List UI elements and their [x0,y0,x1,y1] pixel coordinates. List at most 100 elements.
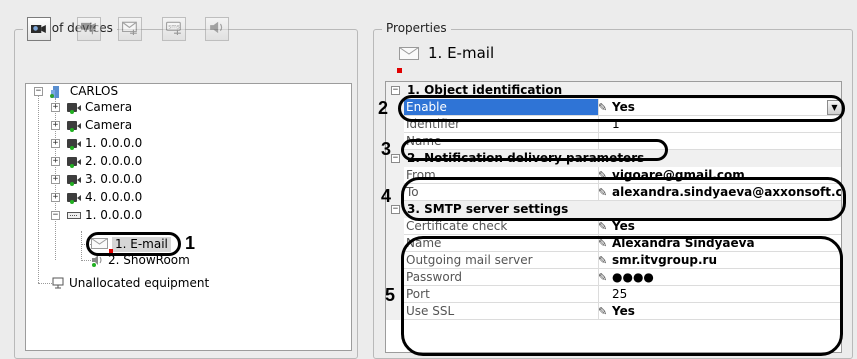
property-row-from[interactable]: From ✎vigoare@gmail.com [386,167,841,184]
dropdown-arrow-icon[interactable]: ▼ [827,100,841,115]
property-value[interactable]: ✎Yes▼ [599,99,841,116]
camera-icon [67,103,81,114]
object-title: 1. E-mail [428,44,495,62]
tree-connector [81,260,91,261]
edit-icon: ✎ [599,99,607,115]
speaker-icon [92,255,102,267]
row-gutter [386,235,404,252]
tree-node-camera[interactable]: 2. 0.0.0.0 [67,154,142,169]
camera-icon [67,175,81,186]
tree-connector [38,283,52,284]
tree-node-camera[interactable]: 4. 0.0.0.0 [67,190,142,205]
edit-icon: ✎ [599,167,607,183]
tree-node-io-board[interactable]: 1. 0.0.0.0 [67,208,142,223]
expand-toggle[interactable]: + [51,157,60,166]
section-notification-delivery[interactable]: − 2. Notification delivery parameters [386,150,841,167]
svg-text:sms: sms [168,25,180,31]
property-value[interactable]: ✎vigoare@gmail.com [599,167,841,184]
expand-toggle[interactable]: + [51,193,60,202]
envelope-icon [91,238,108,249]
section-object-identification[interactable]: − 1. Object identification [386,82,841,99]
property-name: Name [404,133,599,150]
tree-node-label: 1. 0.0.0.0 [85,136,143,150]
tree-node-label: 4. 0.0.0.0 [85,190,143,204]
tree-node-unallocated[interactable]: Unallocated equipment [52,276,209,291]
property-row-sender-name[interactable]: Name ✎Alexandra Sindyaeva [386,235,841,252]
section-title: 2. Notification delivery parameters [407,151,645,165]
tree-node-email[interactable]: 1. E-mail [91,237,171,252]
row-gutter [386,252,404,269]
tree-node-camera[interactable]: Camera [67,118,132,133]
edit-icon: ✎ [599,235,607,251]
property-name: Name [404,235,599,252]
property-row-port[interactable]: Port 25 [386,286,841,303]
property-name: To [404,184,599,201]
camera-icon [67,157,81,168]
property-row-name[interactable]: Name [386,133,841,150]
envelope-icon [399,47,419,60]
row-gutter [386,116,404,133]
property-name: Use SSL [404,303,599,320]
property-row-enable[interactable]: Enable ✎Yes▼ [386,99,841,116]
property-value[interactable]: ✎Alexandra Sindyaeva [599,235,841,252]
property-grid[interactable]: − 1. Object identification Enable ✎Yes▼ … [385,81,842,353]
property-value[interactable] [599,133,841,150]
property-row-identifier[interactable]: Identifier 1 [386,116,841,133]
section-smtp-settings[interactable]: − 3. SMTP server settings [386,201,841,218]
property-value[interactable]: ✎Yes [599,303,841,320]
section-title: 1. Object identification [407,83,563,97]
property-row-mail-server[interactable]: Outgoing mail server ✎smr.itvgroup.ru [386,252,841,269]
row-gutter [386,99,404,116]
collapse-toggle[interactable]: − [51,211,60,220]
property-value[interactable]: ✎smr.itvgroup.ru [599,252,841,269]
tree-node-camera[interactable]: 1. 0.0.0.0 [67,136,142,151]
tree-node-label: 3. 0.0.0.0 [85,172,143,186]
property-row-password[interactable]: Password ✎●●●● [386,269,841,286]
expand-toggle[interactable]: + [51,121,60,130]
property-name: Password [404,269,599,286]
expand-toggle[interactable]: + [51,175,60,184]
add-camera-icon [81,22,96,35]
property-row-use-ssl[interactable]: Use SSL ✎Yes [386,303,841,320]
tree-node-label: 2. ShowRoom [108,253,190,267]
expand-toggle[interactable]: + [51,139,60,148]
add-email-button[interactable] [118,17,142,41]
row-gutter [386,269,404,286]
property-value[interactable]: ✎Yes [599,218,841,235]
tree-node-root[interactable]: CARLOS [47,84,118,99]
collapse-toggle[interactable]: − [34,87,43,96]
collapse-toggle[interactable]: − [391,154,400,163]
camera-icon [67,121,81,132]
add-camera-button[interactable] [77,17,101,41]
annotation-number: 1 [185,233,196,253]
annotation-number: 2 [378,98,389,118]
property-value: 1 [599,116,841,133]
add-speaker-button[interactable] [205,17,229,41]
annotation-number: 3 [381,139,392,159]
find-devices-button[interactable] [27,17,51,41]
property-name: From [404,167,599,184]
tree-node-camera[interactable]: 3. 0.0.0.0 [67,172,142,187]
property-row-certificate-check[interactable]: Certificate check ✎Yes [386,218,841,235]
add-sms-button[interactable]: sms [162,17,186,41]
tree-node-showroom[interactable]: 2. ShowRoom [91,253,190,268]
property-row-to[interactable]: To ✎alexandra.sindyaeva@axxonsoft.com [386,184,841,201]
tree-node-label: 1. 0.0.0.0 [85,208,143,222]
property-value[interactable]: ✎alexandra.sindyaeva@axxonsoft.com [599,184,841,201]
row-gutter [386,218,404,235]
tree-node-camera[interactable]: Camera [67,100,132,115]
tree-connector [81,231,82,259]
collapse-toggle[interactable]: − [391,205,400,214]
add-speaker-icon [210,21,223,34]
camera-icon [67,139,81,150]
collapse-toggle[interactable]: − [391,86,400,95]
unallocated-icon [52,277,64,289]
property-value[interactable]: 25 [599,286,841,303]
property-value[interactable]: ✎●●●● [599,269,841,286]
tree-connector [38,92,39,283]
add-email-icon [122,21,137,35]
edit-icon: ✎ [599,303,607,319]
tree-node-label: Camera [85,118,133,132]
expand-toggle[interactable]: + [51,103,60,112]
device-tree[interactable]: − CARLOS + Camera + Camera + 1. 0.0.0.0 … [25,83,352,351]
